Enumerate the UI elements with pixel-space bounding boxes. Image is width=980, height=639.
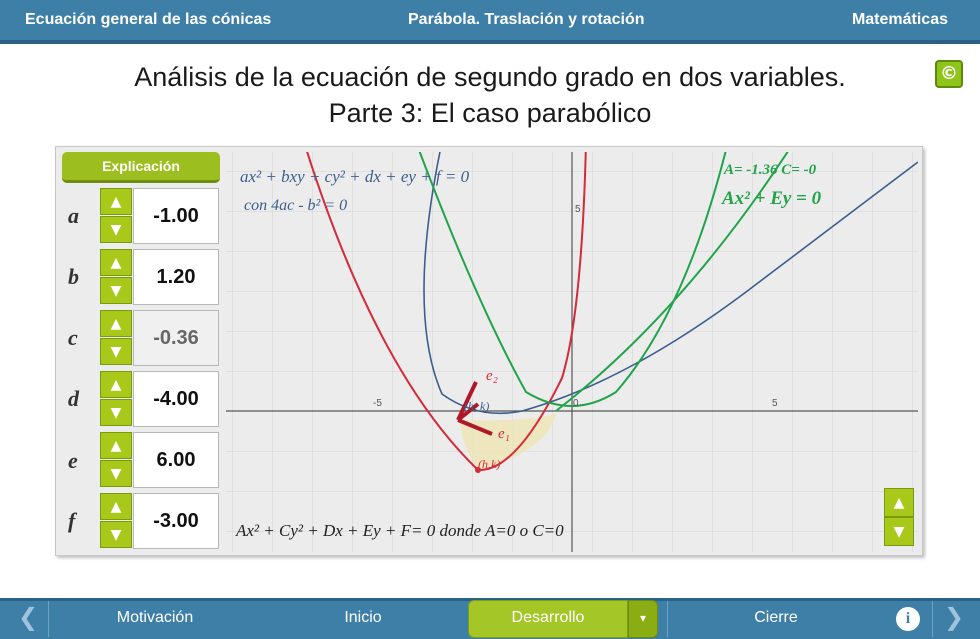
conic-graph[interactable]: ax² + bxy + cy² + dx + ey + f = 0 con 4a…: [226, 152, 918, 552]
e1-label: e₁: [498, 426, 510, 442]
stepper-e: ▲ ▼: [100, 432, 132, 488]
hk-label: (h, k): [464, 399, 489, 413]
value-field-d[interactable]: -4.00: [133, 371, 219, 427]
header-center-title: Parábola. Traslación y rotación: [408, 11, 645, 28]
prev-arrow-icon[interactable]: ❮: [18, 603, 38, 631]
value-field-c: -0.36: [133, 310, 219, 366]
param-label-e: e: [68, 448, 78, 473]
coefficients-label: A= -1.36 C= -0: [723, 162, 817, 178]
stepper-d: ▲ ▼: [100, 371, 132, 427]
header-left-title: Ecuación general de las cónicas: [25, 11, 272, 28]
page-title-line2: Parte 3: El caso parabólico: [328, 98, 652, 128]
param-label-d: d: [68, 386, 79, 411]
param-label-c: c: [68, 325, 78, 350]
param-label-f: f: [68, 508, 76, 533]
tick-x-0: 0: [573, 398, 579, 409]
panel-scroll-up-button[interactable]: ▲: [884, 488, 914, 517]
param-label-a: a: [68, 203, 79, 228]
nav-separator: [48, 601, 49, 637]
stepper-c: ▲ ▼: [100, 310, 132, 366]
dropdown-chevron-icon[interactable]: ▾: [628, 600, 658, 638]
next-arrow-icon[interactable]: ❯: [944, 603, 964, 631]
vertex-label: (h,k): [478, 457, 500, 471]
increment-b-button[interactable]: ▲: [100, 249, 132, 276]
param-label-b: b: [68, 264, 79, 289]
tick-x-neg5: -5: [373, 398, 382, 409]
nav-motivacion[interactable]: Motivación: [100, 609, 210, 627]
increment-e-button[interactable]: ▲: [100, 432, 132, 459]
increment-f-button[interactable]: ▲: [100, 493, 132, 520]
panel-scroll-down-button[interactable]: ▼: [884, 517, 914, 546]
decrement-d-button[interactable]: ▼: [100, 399, 132, 426]
reduced-equation: Ax² + Ey = 0: [721, 188, 822, 209]
e2-label: e₂: [486, 368, 498, 384]
stepper-a: ▲ ▼: [100, 188, 132, 244]
nav-cierre[interactable]: Cierre: [726, 609, 826, 627]
nav-separator: [667, 601, 668, 637]
page-title-line1: Análisis de la ecuación de segundo grado…: [134, 62, 846, 92]
nav-inicio[interactable]: Inicio: [318, 609, 408, 627]
value-field-e[interactable]: 6.00: [133, 432, 219, 488]
value-field-f[interactable]: -3.00: [133, 493, 219, 549]
info-icon[interactable]: i: [896, 607, 920, 631]
condition-equation: con 4ac - b² = 0: [244, 197, 347, 214]
stepper-f: ▲ ▼: [100, 493, 132, 549]
header-bar: Ecuación general de las cónicas Parábola…: [0, 0, 980, 44]
increment-d-button[interactable]: ▲: [100, 371, 132, 398]
increment-c-button[interactable]: ▲: [100, 310, 132, 337]
explanation-button[interactable]: Explicación: [62, 152, 220, 183]
nav-separator: [932, 601, 933, 637]
tick-y-5: 5: [575, 204, 581, 215]
general-equation: ax² + bxy + cy² + dx + ey + f = 0: [240, 167, 470, 186]
value-field-a[interactable]: -1.00: [133, 188, 219, 244]
decrement-f-button[interactable]: ▼: [100, 521, 132, 548]
increment-a-button[interactable]: ▲: [100, 188, 132, 215]
stepper-b: ▲ ▼: [100, 249, 132, 305]
value-field-b[interactable]: 1.20: [133, 249, 219, 305]
header-right-title: Matemáticas: [851, 11, 948, 28]
decrement-a-button[interactable]: ▼: [100, 216, 132, 243]
decrement-c-button[interactable]: ▼: [100, 338, 132, 365]
nav-desarrollo[interactable]: Desarrollo: [478, 609, 618, 627]
decrement-e-button[interactable]: ▼: [100, 460, 132, 487]
bottom-equation: Ax² + Cy² + Dx + Ey + F= 0 donde A=0 o C…: [235, 521, 564, 540]
tick-x-5: 5: [772, 398, 778, 409]
decrement-b-button[interactable]: ▼: [100, 277, 132, 304]
